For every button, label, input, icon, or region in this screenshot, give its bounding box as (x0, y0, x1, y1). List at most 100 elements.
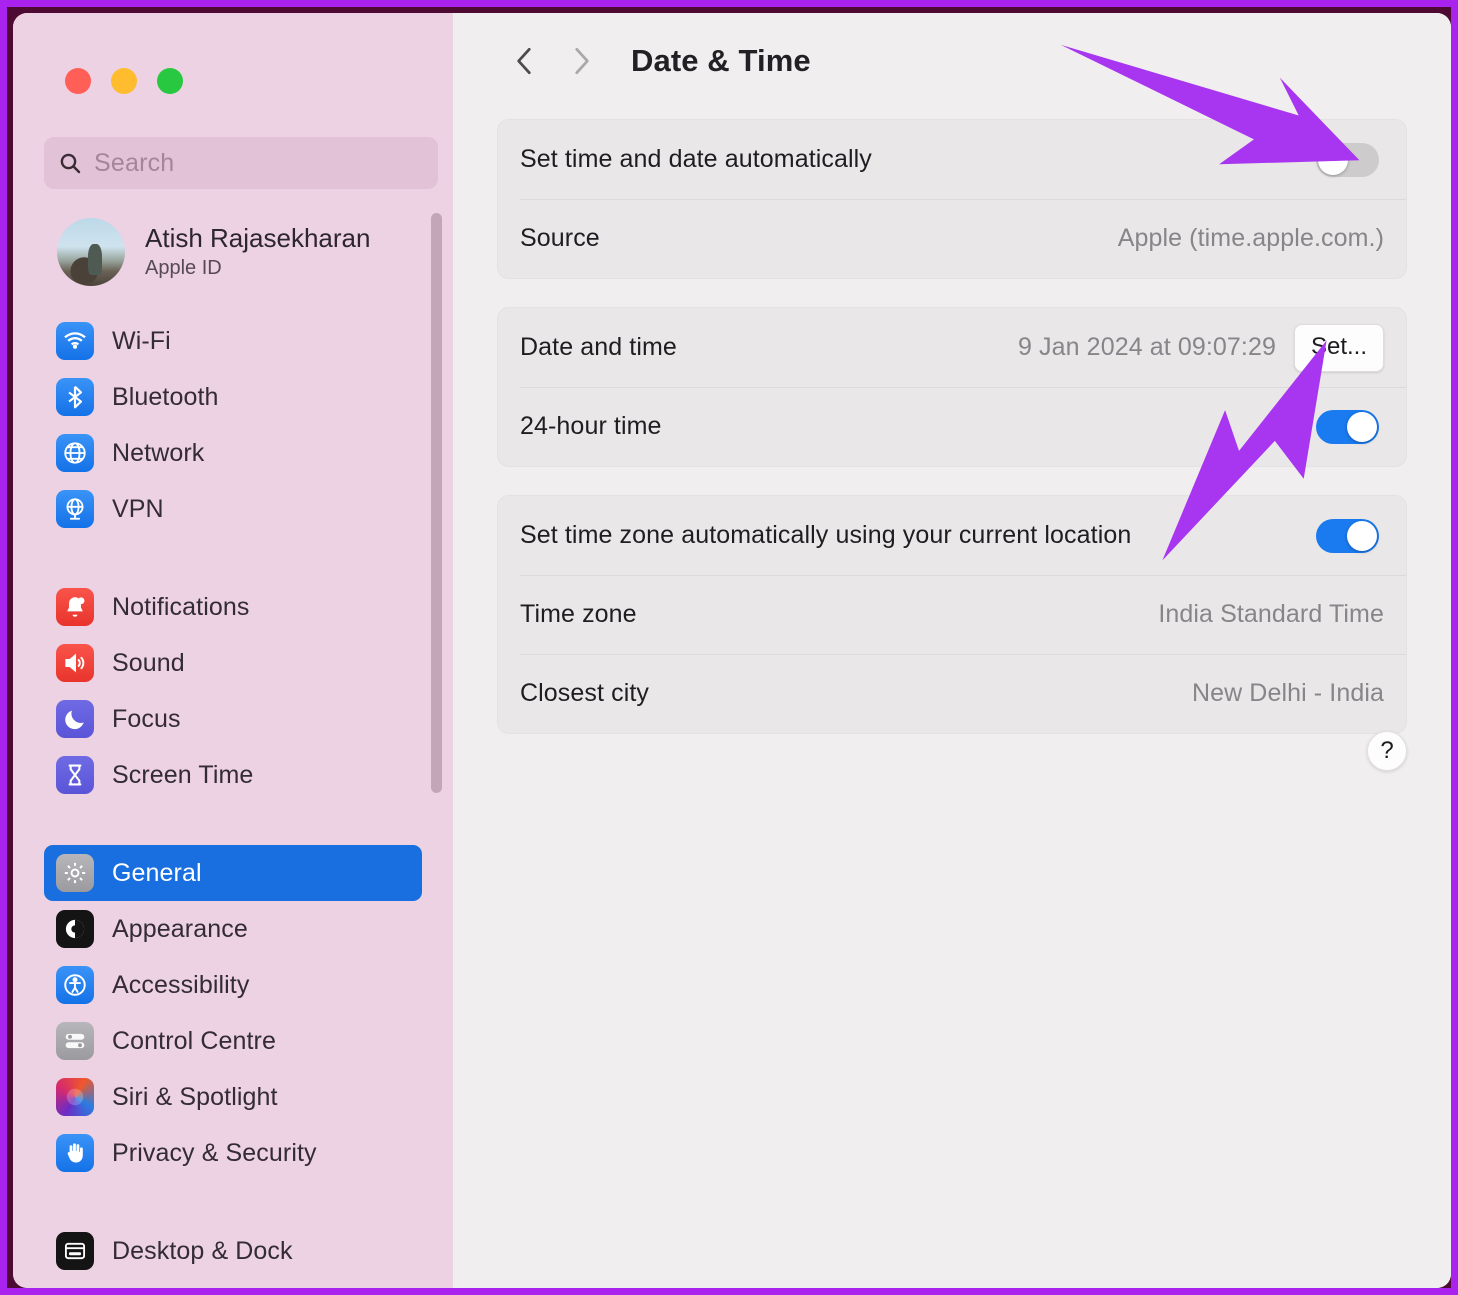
accessibility-icon (56, 966, 94, 1004)
sidebar-item-desktop-dock[interactable]: Desktop & Dock (44, 1223, 422, 1279)
row-source[interactable]: Source Apple (time.apple.com.) (498, 199, 1406, 278)
siri-icon (56, 1078, 94, 1116)
bell-icon (56, 588, 94, 626)
row-date-and-time[interactable]: Date and time 9 Jan 2024 at 09:07:29 Set… (498, 308, 1406, 387)
row-label: Set time zone automatically using your c… (520, 521, 1132, 549)
sidebar-item-general[interactable]: General (44, 845, 422, 901)
sidebar-item-vpn[interactable]: VPN (44, 481, 422, 537)
sidebar-item-screen-time[interactable]: Screen Time (44, 747, 422, 803)
zoom-button[interactable] (157, 68, 183, 94)
row-label: Closest city (520, 679, 650, 707)
sidebar-item-label: Control Centre (112, 1026, 276, 1055)
row-closest-city[interactable]: Closest city New Delhi - India (498, 654, 1406, 733)
forward-button[interactable] (553, 33, 609, 89)
source-value: Apple (time.apple.com.) (1117, 224, 1384, 252)
wifi-icon (56, 322, 94, 360)
search-input[interactable]: Search (44, 137, 438, 189)
speaker-icon (56, 644, 94, 682)
page-title: Date & Time (631, 43, 811, 78)
sidebar-divider (13, 1181, 453, 1223)
sidebar-item-label: Network (112, 438, 205, 467)
row-time-zone[interactable]: Time zone India Standard Time (498, 575, 1406, 654)
sidebar-item-network[interactable]: Network (44, 425, 422, 481)
account-name: Atish Rajasekharan (145, 222, 371, 253)
sidebar-divider (13, 537, 453, 579)
settings-group-automatic-time: Set time and date automatically Source A… (497, 119, 1407, 279)
row-label: Source (520, 224, 600, 252)
desktop-dock-icon (56, 1232, 94, 1270)
sidebar-item-label: Accessibility (112, 970, 250, 999)
row-label: Time zone (520, 600, 637, 628)
sidebar-item-siri-spotlight[interactable]: Siri & Spotlight (44, 1069, 422, 1125)
toggle-knob (1347, 411, 1377, 442)
hourglass-icon (56, 756, 94, 794)
gear-icon (56, 854, 94, 892)
time-zone-value: India Standard Time (1158, 600, 1384, 628)
sidebar-group-network: Wi-Fi Bluetooth Network VPN (13, 313, 453, 537)
search-icon (58, 151, 82, 175)
sidebar-item-label: Focus (112, 704, 181, 733)
minimize-button[interactable] (111, 68, 137, 94)
hand-icon (56, 1134, 94, 1172)
sidebar-item-sound[interactable]: Sound (44, 635, 422, 691)
sidebar-item-label: VPN (112, 494, 164, 523)
sidebar: Search Atish Rajasekharan Apple ID Wi-Fi… (13, 13, 453, 1288)
closest-city-value: New Delhi - India (1191, 679, 1384, 707)
sidebar-item-focus[interactable]: Focus (44, 691, 422, 747)
sidebar-item-label: Desktop & Dock (112, 1236, 293, 1265)
globe-icon (56, 434, 94, 472)
sidebar-item-label: Bluetooth (112, 382, 219, 411)
sidebar-item-notifications[interactable]: Notifications (44, 579, 422, 635)
back-button[interactable] (497, 33, 553, 89)
set-date-time-button[interactable]: Set... (1293, 323, 1384, 372)
close-button[interactable] (65, 68, 91, 94)
account-subtitle: Apple ID (145, 257, 222, 280)
annotation-frame: Search Atish Rajasekharan Apple ID Wi-Fi… (7, 7, 1451, 1288)
sidebar-scroll-area: Wi-Fi Bluetooth Network VPN Notification… (13, 313, 453, 1288)
sidebar-scrollbar[interactable] (431, 213, 442, 793)
sidebar-item-label: Sound (112, 648, 185, 677)
sidebar-group-general: General Appearance Accessibility Control… (13, 845, 453, 1181)
help-button[interactable]: ? (1367, 731, 1407, 771)
sidebar-group-system: Notifications Sound Focus Screen Time (13, 579, 453, 803)
system-settings-window: Search Atish Rajasekharan Apple ID Wi-Fi… (13, 13, 1451, 1288)
screenshot-root: Search Atish Rajasekharan Apple ID Wi-Fi… (0, 0, 1458, 1295)
sidebar-item-label: Screen Time (112, 760, 254, 789)
appearance-icon (56, 910, 94, 948)
moon-icon (56, 700, 94, 738)
24-hour-time-toggle[interactable] (1316, 409, 1379, 444)
sidebar-divider (13, 803, 453, 845)
sidebar-item-privacy-security[interactable]: Privacy & Security (44, 1125, 422, 1181)
apple-id-account-item[interactable]: Atish Rajasekharan Apple ID (57, 218, 370, 286)
avatar (57, 218, 125, 286)
sidebar-item-accessibility[interactable]: Accessibility (44, 957, 422, 1013)
sidebar-group-desktop: Desktop & Dock Displays (13, 1223, 453, 1288)
bluetooth-icon (56, 378, 94, 416)
sidebar-item-label: Notifications (112, 592, 250, 621)
sidebar-item-bluetooth[interactable]: Bluetooth (44, 369, 422, 425)
date-time-value: 9 Jan 2024 at 09:07:29 (1017, 333, 1276, 361)
settings-group-date-time: Date and time 9 Jan 2024 at 09:07:29 Set… (497, 307, 1407, 467)
row-label: 24-hour time (520, 412, 662, 440)
sidebar-item-wi-fi[interactable]: Wi-Fi (44, 313, 422, 369)
set-time-zone-automatically-toggle[interactable] (1316, 518, 1379, 553)
control-centre-icon (56, 1022, 94, 1060)
sidebar-item-appearance[interactable]: Appearance (44, 901, 422, 957)
toggle-knob (1347, 520, 1377, 551)
sidebar-item-label: General (112, 858, 202, 887)
row-24-hour-time[interactable]: 24-hour time (498, 387, 1406, 466)
vpn-globe-icon (56, 490, 94, 528)
row-label: Set time and date automatically (520, 145, 872, 173)
content-titlebar: Date & Time (453, 13, 1451, 109)
toggle-knob (1318, 144, 1348, 175)
sidebar-item-displays[interactable]: Displays (44, 1279, 422, 1288)
set-time-date-automatically-toggle[interactable] (1316, 142, 1379, 177)
row-label: Date and time (520, 333, 677, 361)
sidebar-item-label: Privacy & Security (112, 1138, 317, 1167)
settings-group-time-zone: Set time zone automatically using your c… (497, 495, 1407, 734)
row-set-time-date-automatically[interactable]: Set time and date automatically (498, 120, 1406, 199)
sidebar-item-control-centre[interactable]: Control Centre (44, 1013, 422, 1069)
main-content: Date & Time Set time and date automatica… (453, 13, 1451, 1288)
row-set-time-zone-automatically[interactable]: Set time zone automatically using your c… (498, 496, 1406, 575)
sidebar-item-label: Siri & Spotlight (112, 1082, 278, 1111)
